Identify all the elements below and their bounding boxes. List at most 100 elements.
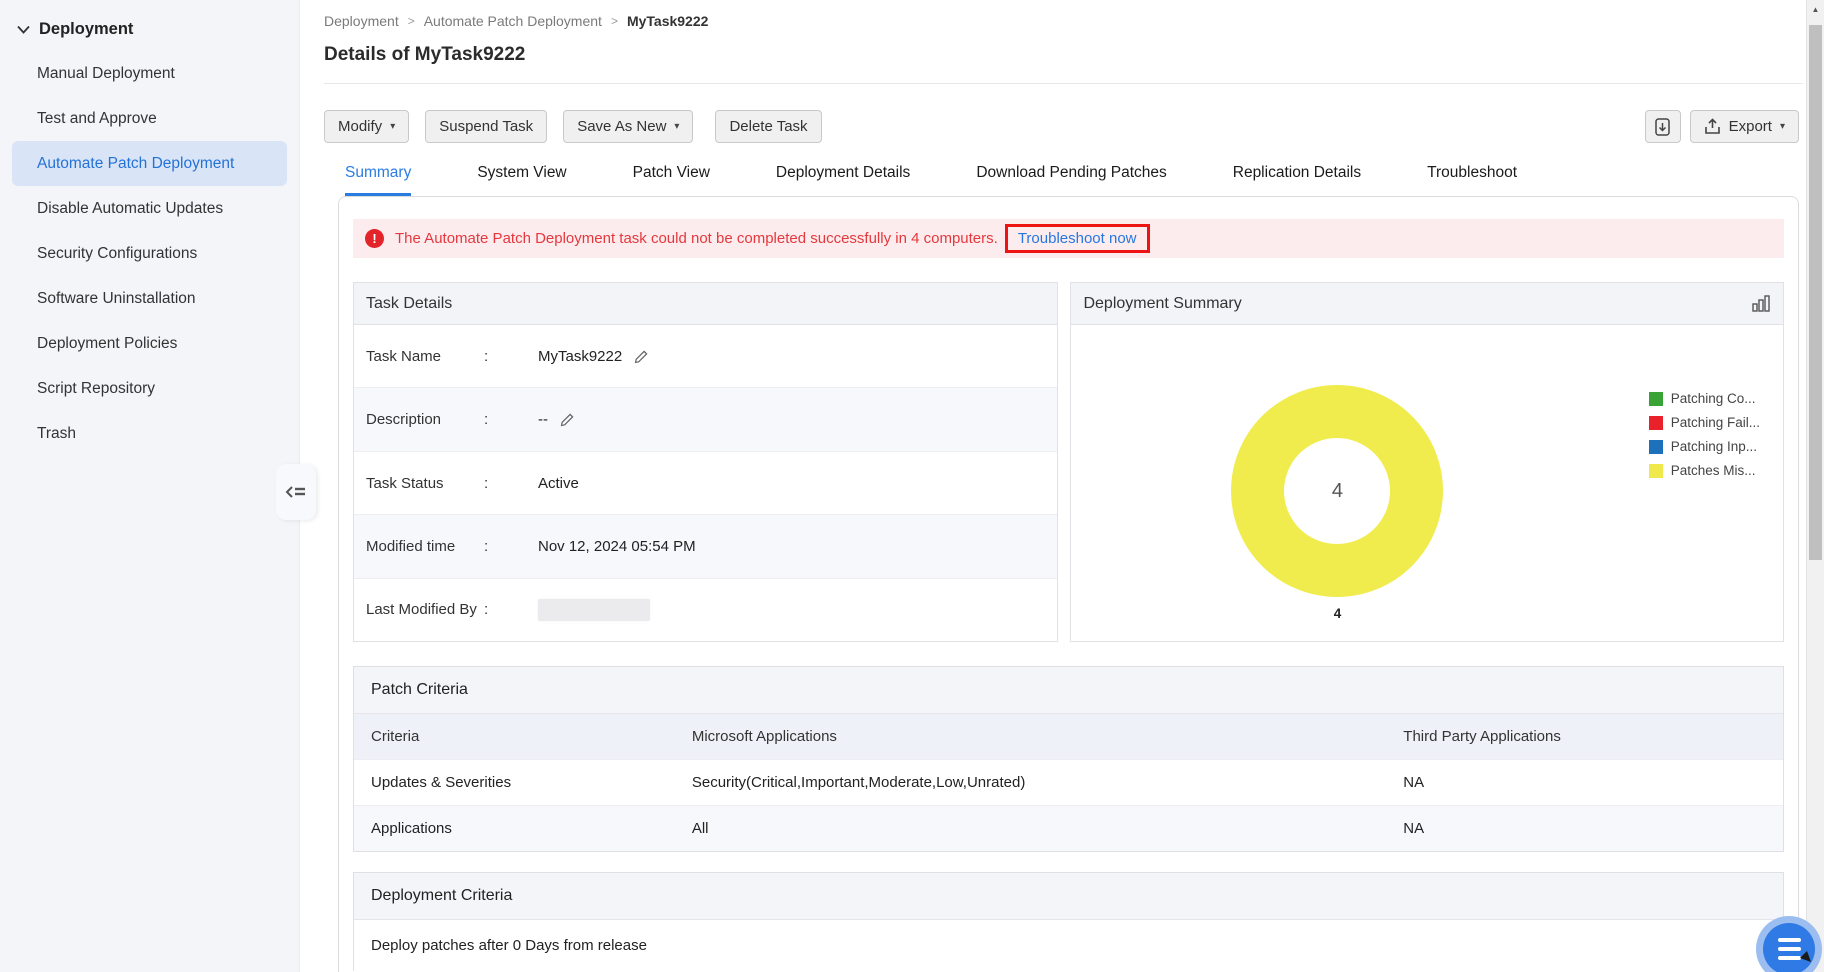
sidebar-item-security-configurations[interactable]: Security Configurations [12, 231, 287, 276]
tab-troubleshoot[interactable]: Troubleshoot [1427, 164, 1517, 196]
chevron-down-icon: ▾ [1779, 121, 1785, 132]
sidebar-item-manual-deployment[interactable]: Manual Deployment [12, 51, 287, 96]
donut-ring-patches-missing: 4 [1231, 385, 1444, 597]
mouse-cursor [1800, 950, 1812, 968]
chevron-down-icon: ▾ [674, 121, 680, 132]
legend-item-patches-missing[interactable]: Patches Mis... [1648, 463, 1760, 478]
troubleshoot-now-link[interactable]: Troubleshoot now [1004, 224, 1150, 253]
tab-patch-view[interactable]: Patch View [633, 164, 710, 196]
deployment-criteria-section: Deployment Criteria Deploy patches after… [353, 872, 1784, 971]
task-failure-alert: ! The Automate Patch Deployment task cou… [353, 219, 1784, 258]
last-modified-by-value-wrap [538, 598, 650, 621]
task-name-value-wrap: MyTask9222 [538, 348, 649, 365]
tab-bar: Summary System View Patch View Deploymen… [324, 164, 1803, 196]
column-header-microsoft-applications: Microsoft Applications [691, 728, 837, 745]
sidebar-section-deployment[interactable]: Deployment [0, 0, 299, 51]
task-details-panel: Task Details Task Name : MyTask9222 Desc… [353, 282, 1059, 642]
cell-microsoft-value: All [691, 820, 709, 837]
bar-chart-icon[interactable] [1752, 295, 1771, 312]
patch-criteria-section: Patch Criteria Criteria Microsoft Applic… [353, 666, 1784, 852]
description-value: -- [538, 411, 548, 429]
description-label: Description [366, 411, 442, 429]
suspend-task-button[interactable]: Suspend Task [425, 110, 548, 143]
summary-tab-content: ! The Automate Patch Deployment task cou… [338, 196, 1799, 972]
donut-center-value: 4 [1331, 479, 1344, 502]
breadcrumb-automate-patch-deployment[interactable]: Automate Patch Deployment [424, 13, 602, 29]
task-name-value: MyTask9222 [538, 347, 623, 365]
task-details-header: Task Details [354, 283, 1058, 325]
export-share-icon [1704, 118, 1721, 135]
sidebar-item-trash[interactable]: Trash [12, 411, 287, 456]
deployment-criteria-text: Deploy patches after 0 Days from release [354, 920, 1783, 971]
cell-microsoft-value: Security(Critical,Important,Moderate,Low… [691, 774, 1026, 791]
tab-summary[interactable]: Summary [345, 164, 412, 196]
edit-task-name-icon[interactable] [634, 349, 649, 364]
save-as-new-button[interactable]: Save As New ▾ [563, 110, 694, 143]
sidebar-item-deployment-policies[interactable]: Deployment Policies [12, 321, 287, 366]
sidebar: Deployment Manual Deployment Test and Ap… [0, 0, 316, 972]
patch-criteria-header-row: Criteria Microsoft Applications Third Pa… [354, 714, 1783, 759]
edit-description-icon[interactable] [560, 412, 575, 427]
breadcrumb: Deployment > Automate Patch Deployment >… [324, 0, 1803, 29]
column-header-criteria: Criteria [371, 728, 420, 745]
cell-thirdparty-value: NA [1403, 820, 1425, 837]
task-action-buttons: Modify ▾ Suspend Task Save As New ▾ Dele… [324, 110, 822, 143]
breadcrumb-deployment[interactable]: Deployment [324, 13, 399, 29]
page-title: Details of MyTask9222 [324, 44, 1803, 84]
redacted-user-value [538, 598, 650, 621]
chevron-down-icon [17, 25, 30, 34]
legend-label: Patches Mis... [1670, 463, 1756, 478]
modify-button[interactable]: Modify ▾ [324, 110, 410, 143]
last-modified-by-row: Last Modified By : [354, 577, 1058, 641]
legend-item-patching-inprogress[interactable]: Patching Inp... [1648, 439, 1760, 454]
task-status-row: Task Status : Active [354, 450, 1058, 514]
scrollbar-thumb[interactable] [1809, 25, 1822, 560]
download-report-button[interactable] [1644, 110, 1681, 143]
sidebar-item-disable-automatic-updates[interactable]: Disable Automatic Updates [12, 186, 287, 231]
sidebar-item-script-repository[interactable]: Script Repository [12, 366, 287, 411]
legend-label: Patching Co... [1670, 391, 1756, 406]
table-row-applications: Applications All NA [354, 805, 1783, 851]
description-row: Description : -- [354, 387, 1058, 451]
chevron-down-icon: ▾ [390, 121, 396, 132]
deployment-summary-title: Deployment Summary [1083, 294, 1242, 312]
suspend-task-button-label: Suspend Task [439, 118, 534, 135]
cell-criteria: Applications [371, 820, 452, 837]
task-status-label: Task Status [366, 474, 444, 492]
hamburger-menu-icon [1777, 947, 1801, 951]
main-content: Deployment > Automate Patch Deployment >… [300, 0, 1803, 972]
deployment-summary-header: Deployment Summary [1071, 283, 1783, 325]
sidebar-item-automate-patch-deployment[interactable]: Automate Patch Deployment [12, 141, 287, 186]
tab-replication-details[interactable]: Replication Details [1233, 164, 1361, 196]
tab-system-view[interactable]: System View [477, 164, 566, 196]
deployment-summary-chart-area: 4 4 Patching Co... Patching Fail... Patc… [1071, 325, 1783, 641]
description-value-wrap: -- [538, 411, 575, 428]
export-button[interactable]: Export ▾ [1689, 110, 1799, 143]
hamburger-menu-icon [1777, 938, 1801, 942]
task-name-label: Task Name [366, 347, 442, 365]
table-row-updates-severities: Updates & Severities Security(Critical,I… [354, 759, 1783, 805]
document-download-icon [1655, 117, 1670, 136]
delete-task-button-label: Delete Task [729, 118, 808, 135]
deployment-summary-panel: Deployment Summary 4 4 Patching Co... Pa… [1070, 282, 1784, 642]
tab-download-pending-patches[interactable]: Download Pending Patches [976, 164, 1166, 196]
task-details-title: Task Details [366, 294, 453, 312]
sidebar-item-test-and-approve[interactable]: Test and Approve [12, 96, 287, 141]
legend-item-patching-failed[interactable]: Patching Fail... [1648, 415, 1760, 430]
colon: : [484, 411, 489, 429]
scroll-up-arrow-icon[interactable]: ▲ [1807, 0, 1824, 18]
breadcrumb-separator-icon: > [407, 14, 415, 28]
last-modified-by-label: Last Modified By [366, 601, 477, 619]
vertical-scrollbar[interactable]: ▲ [1806, 0, 1824, 972]
colon: : [484, 537, 489, 555]
details-and-summary-row: Task Details Task Name : MyTask9222 Desc… [353, 282, 1784, 642]
legend-swatch-red [1648, 415, 1663, 430]
sidebar-item-software-uninstallation[interactable]: Software Uninstallation [12, 276, 287, 321]
tab-deployment-details[interactable]: Deployment Details [776, 164, 910, 196]
alert-message: The Automate Patch Deployment task could… [395, 230, 998, 247]
task-status-value: Active [538, 474, 579, 492]
legend-swatch-blue [1648, 439, 1663, 454]
delete-task-button[interactable]: Delete Task [715, 110, 822, 143]
legend-item-patching-completed[interactable]: Patching Co... [1648, 391, 1760, 406]
donut-chart[interactable]: 4 4 [1231, 385, 1444, 621]
